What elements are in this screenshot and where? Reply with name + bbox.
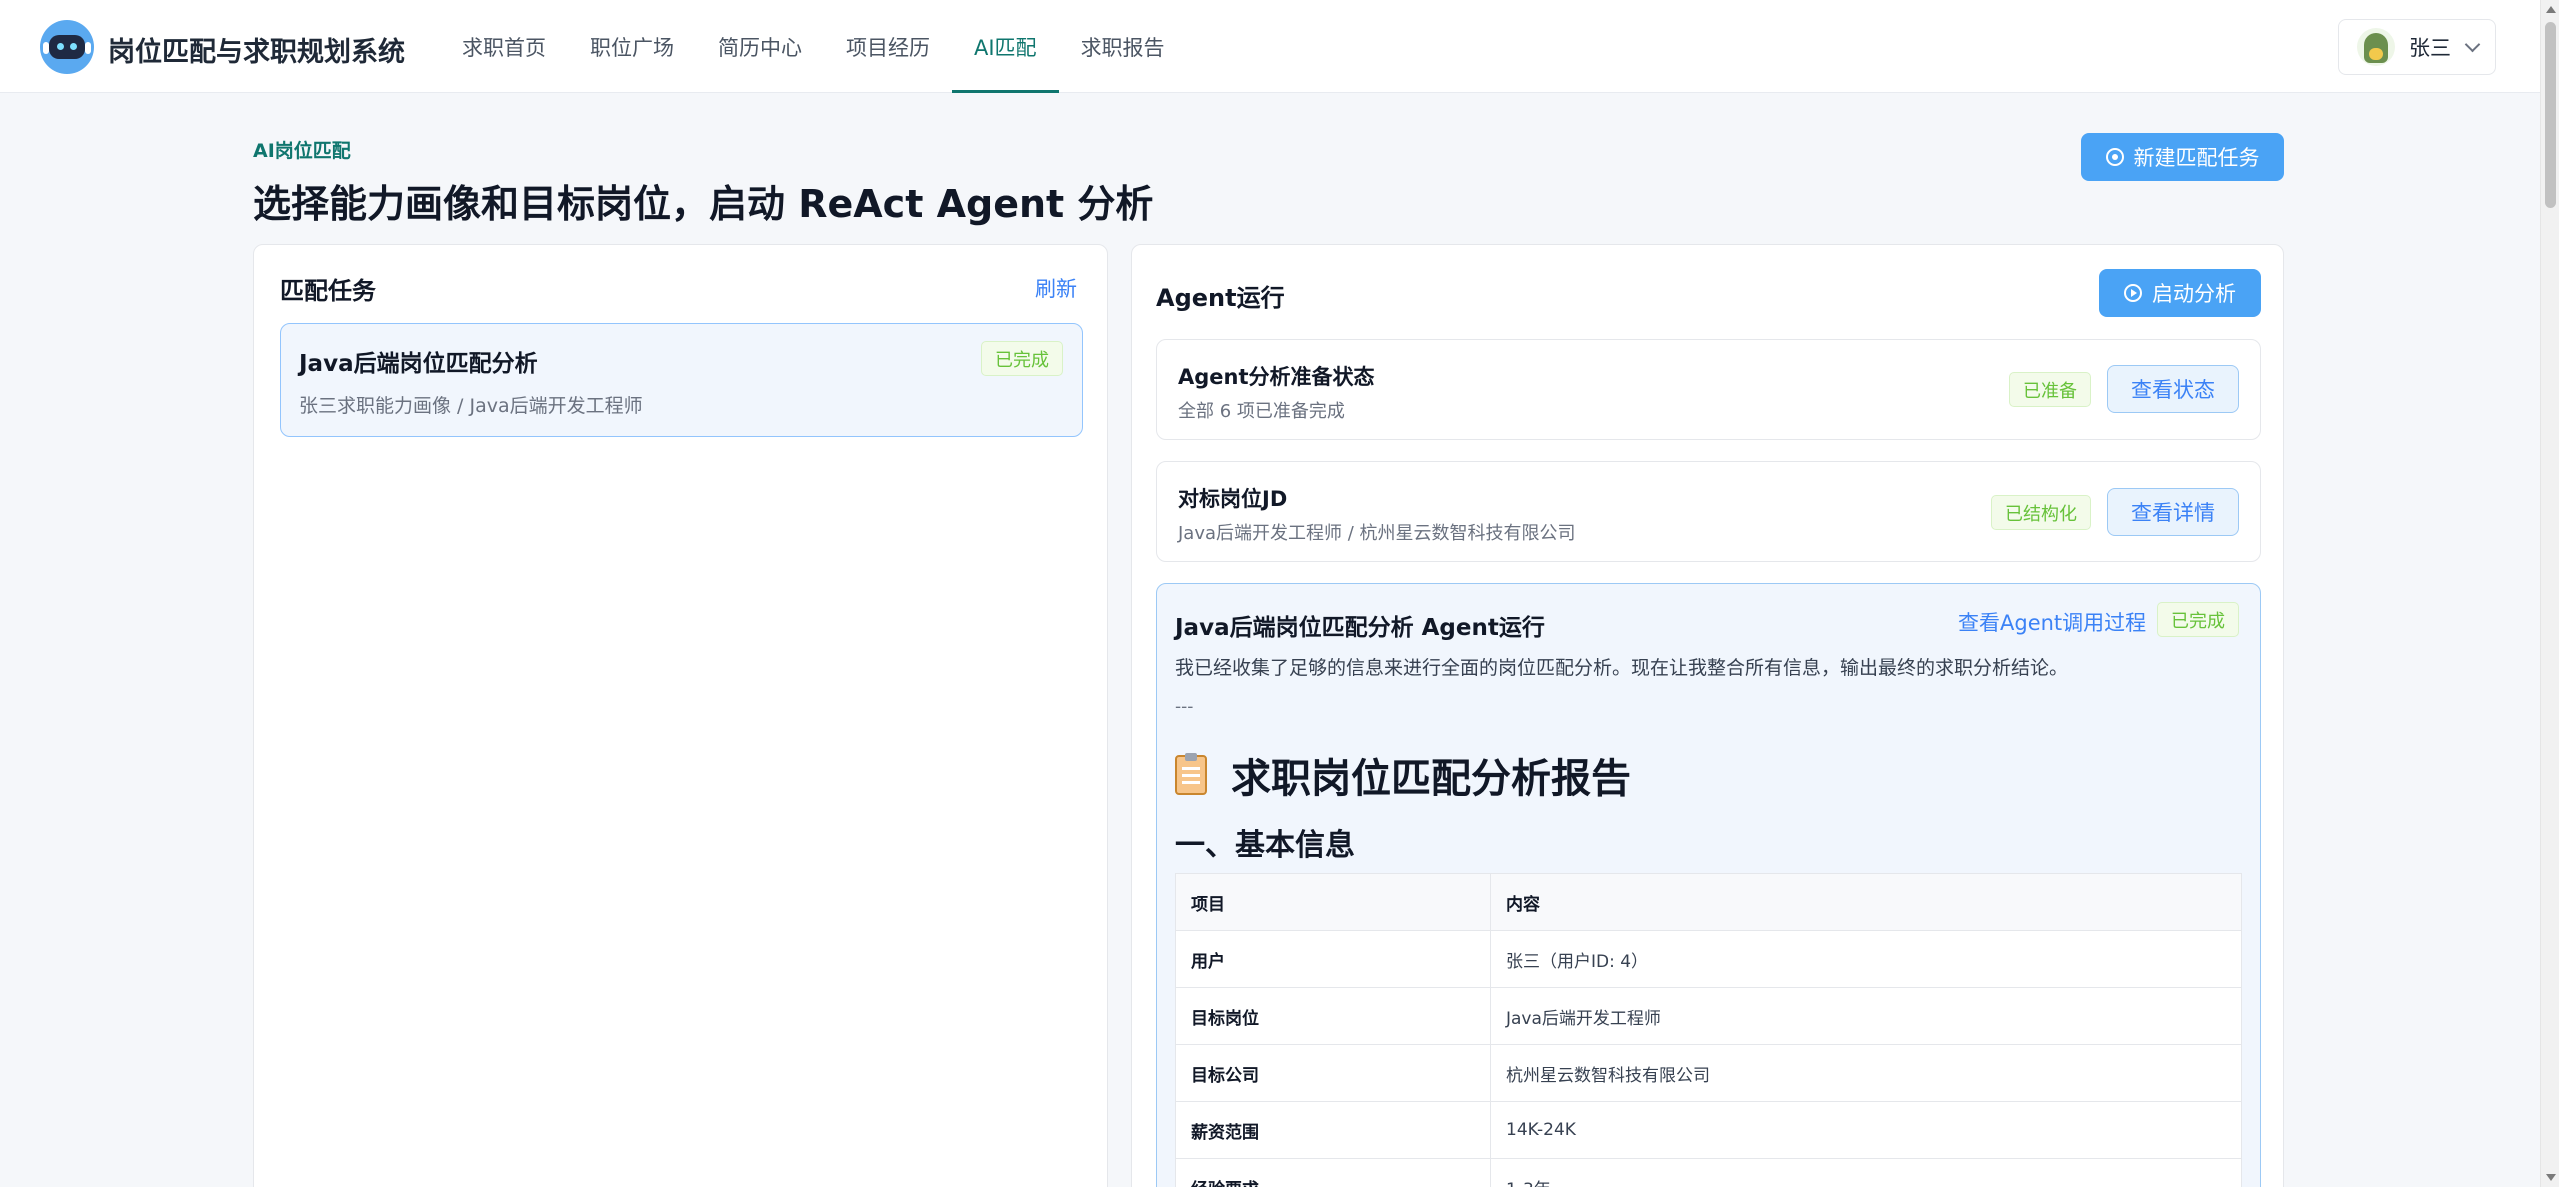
target-jd-card: 对标岗位JD Java后端开发工程师 / 杭州星云数智科技有限公司 已结构化 查…	[1156, 461, 2261, 562]
table-cell-value: 杭州星云数智科技有限公司	[1490, 1044, 2242, 1102]
report-title: Java后端岗位匹配分析 Agent运行	[1175, 615, 1545, 641]
agent-run-panel: Agent运行 启动分析 Agent分析准备状态 全部 6 项已准备完成 已准备…	[1131, 244, 2284, 1187]
scroll-up-icon[interactable]	[2546, 6, 2556, 13]
start-analysis-button[interactable]: 启动分析	[2099, 269, 2261, 317]
report-intro: 我已经收集了足够的信息来进行全面的岗位匹配分析。现在让我整合所有信息，输出最终的…	[1175, 657, 2069, 679]
structured-badge: 已结构化	[1991, 495, 2091, 530]
main-nav: 求职首页 职位广场 简历中心 项目经历 AI匹配 求职报告	[440, 0, 1187, 93]
table-cell-value: 1-3年	[1490, 1158, 2242, 1187]
app-title: 岗位匹配与求职规划系统	[108, 37, 405, 68]
new-match-task-label: 新建匹配任务	[2133, 146, 2260, 170]
refresh-link[interactable]: 刷新	[1035, 273, 1077, 303]
table-cell-key: 用户	[1175, 930, 1491, 988]
page-scrollbar[interactable]	[2540, 0, 2559, 1187]
nav-item-ai-match[interactable]: AI匹配	[952, 0, 1059, 93]
page-title: 选择能力画像和目标岗位，启动 ReAct Agent 分析	[253, 182, 1154, 226]
table-header: 项目	[1175, 873, 1491, 931]
report-section-title: 一、基本信息	[1175, 828, 1355, 863]
report-heading: 求职岗位匹配分析报告	[1175, 746, 1631, 804]
new-match-task-button[interactable]: 新建匹配任务	[2081, 133, 2284, 181]
table-row: 经验要求 1-3年	[1175, 1158, 2242, 1187]
scrollbar-thumb[interactable]	[2545, 22, 2556, 208]
table-cell-key: 目标公司	[1175, 1044, 1491, 1102]
target-jd-title: 对标岗位JD	[1178, 487, 1288, 511]
page-kicker: AI岗位匹配	[253, 140, 351, 162]
chevron-down-icon	[2464, 36, 2481, 52]
match-task-panel: 匹配任务 刷新 Java后端岗位匹配分析 张三求职能力画像 / Java后端开发…	[253, 244, 1108, 1187]
target-jd-desc: Java后端开发工程师 / 杭州星云数智科技有限公司	[1178, 523, 1576, 544]
robot-logo-icon	[40, 20, 94, 74]
view-agent-trace-link[interactable]: 查看Agent调用过程	[1958, 607, 2146, 637]
basic-info-table: 项目 内容 用户 张三（用户ID: 4） 目标岗位 Java后端开发工程师 目标…	[1175, 873, 2242, 1187]
view-status-button[interactable]: 查看状态	[2107, 365, 2239, 413]
play-icon	[2124, 284, 2142, 302]
user-name: 张三	[2409, 36, 2451, 60]
nav-item-projects[interactable]: 项目经历	[824, 0, 952, 93]
nav-item-report[interactable]: 求职报告	[1059, 0, 1187, 93]
agent-ready-card: Agent分析准备状态 全部 6 项已准备完成 已准备 查看状态	[1156, 339, 2261, 440]
avatar	[2357, 28, 2395, 66]
agent-run-title: Agent运行	[1156, 284, 1285, 312]
user-menu[interactable]: 张三	[2338, 19, 2496, 75]
target-icon	[2105, 148, 2124, 166]
nav-item-resume[interactable]: 简历中心	[696, 0, 824, 93]
table-cell-key: 经验要求	[1175, 1158, 1491, 1187]
top-navbar: 岗位匹配与求职规划系统 求职首页 职位广场 简历中心 项目经历 AI匹配 求职报…	[0, 0, 2540, 93]
table-row: 薪资范围 14K-24K	[1175, 1101, 2242, 1159]
report-heading-text: 求职岗位匹配分析报告	[1231, 756, 1631, 802]
nav-item-home[interactable]: 求职首页	[440, 0, 568, 93]
table-cell-value: 14K-24K	[1490, 1101, 2242, 1159]
match-task-title: 匹配任务	[280, 277, 376, 305]
nav-item-jobs[interactable]: 职位广场	[568, 0, 696, 93]
report-status-badge: 已完成	[2157, 602, 2239, 637]
task-subtitle: 张三求职能力画像 / Java后端开发工程师	[299, 395, 643, 417]
ready-badge: 已准备	[2009, 372, 2091, 407]
table-header: 内容	[1490, 873, 2242, 931]
clipboard-icon	[1175, 753, 1207, 795]
agent-ready-desc: 全部 6 项已准备完成	[1178, 401, 1345, 422]
scroll-down-icon[interactable]	[2546, 1174, 2556, 1181]
agent-ready-title: Agent分析准备状态	[1178, 365, 1375, 389]
table-row: 目标岗位 Java后端开发工程师	[1175, 987, 2242, 1045]
view-details-button[interactable]: 查看详情	[2107, 488, 2239, 536]
table-cell-value: Java后端开发工程师	[1490, 987, 2242, 1045]
agent-report: Java后端岗位匹配分析 Agent运行 查看Agent调用过程 已完成 我已经…	[1156, 583, 2261, 1187]
table-row: 目标公司 杭州星云数智科技有限公司	[1175, 1044, 2242, 1102]
table-cell-value: 张三（用户ID: 4）	[1490, 930, 2242, 988]
start-analysis-label: 启动分析	[2152, 282, 2236, 306]
task-item[interactable]: Java后端岗位匹配分析 张三求职能力画像 / Java后端开发工程师 已完成	[280, 323, 1083, 437]
table-cell-key: 目标岗位	[1175, 987, 1491, 1045]
status-badge: 已完成	[981, 341, 1063, 376]
task-title: Java后端岗位匹配分析	[299, 351, 538, 377]
table-header-row: 项目 内容	[1175, 873, 2242, 931]
table-cell-key: 薪资范围	[1175, 1101, 1491, 1159]
table-row: 用户 张三（用户ID: 4）	[1175, 930, 2242, 988]
report-divider-text: ---	[1175, 697, 1194, 717]
